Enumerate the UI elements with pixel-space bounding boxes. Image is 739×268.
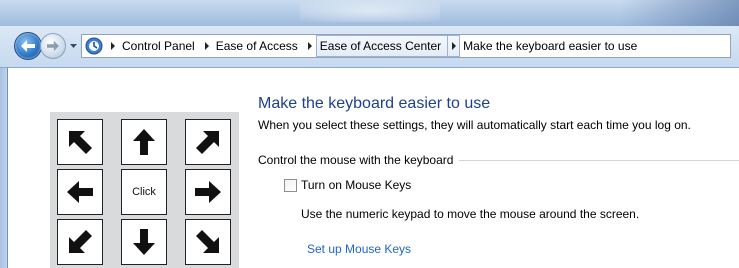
set-up-mouse-keys-link[interactable]: Set up Mouse Keys — [307, 242, 411, 256]
back-arrow-icon — [21, 40, 35, 52]
breadcrumb-ease-of-access[interactable]: Ease of Access — [213, 35, 304, 57]
click-key-label: Click — [132, 186, 156, 198]
history-dropdown-icon[interactable] — [69, 41, 78, 51]
down-right-arrow-icon — [185, 219, 231, 265]
breadcrumb-separator-icon[interactable] — [107, 35, 119, 57]
group-divider — [458, 160, 739, 161]
down-left-arrow-icon — [57, 219, 103, 265]
down-arrow-icon — [121, 219, 167, 265]
mouse-keys-illustration: Click — [50, 112, 239, 268]
mouse-keys-checkbox-label[interactable]: Turn on Mouse Keys — [301, 178, 411, 192]
click-key: Click — [121, 169, 167, 215]
up-arrow-icon — [121, 119, 167, 165]
page-title: Make the keyboard easier to use — [258, 95, 491, 112]
breadcrumb-control-panel[interactable]: Control Panel — [119, 35, 201, 57]
breadcrumb-ease-of-access-center[interactable]: Ease of Access Center — [315, 35, 449, 57]
title-bar-glow — [300, 0, 440, 22]
control-panel-icon — [85, 37, 103, 55]
main-content: Click Make the keyboard easier to use Wh… — [9, 69, 739, 268]
forward-arrow-icon — [47, 40, 59, 52]
mouse-keys-option[interactable]: Turn on Mouse Keys — [284, 178, 411, 192]
mouse-keys-description: Use the numeric keypad to move the mouse… — [301, 207, 640, 221]
mouse-keyboard-group-label: Control the mouse with the keyboard — [258, 153, 460, 167]
title-bar-shade — [620, 0, 739, 26]
back-button[interactable] — [14, 32, 42, 60]
up-left-arrow-icon — [57, 119, 103, 165]
breadcrumb-separator-icon[interactable] — [304, 35, 316, 57]
breadcrumb-separator-icon[interactable] — [201, 35, 213, 57]
window-title-bar — [0, 0, 739, 26]
up-right-arrow-icon — [185, 119, 231, 165]
forward-button[interactable] — [40, 33, 66, 59]
left-arrow-icon — [57, 169, 103, 215]
right-arrow-icon — [185, 169, 231, 215]
breadcrumb-separator-icon[interactable] — [448, 35, 461, 57]
page-subtitle: When you select these settings, they wil… — [258, 118, 691, 132]
navigation-bar: Control Panel Ease of Access Ease of Acc… — [0, 26, 739, 68]
mouse-keys-checkbox[interactable] — [284, 178, 297, 192]
address-bar[interactable]: Control Panel Ease of Access Ease of Acc… — [81, 34, 731, 58]
breadcrumb-current-page[interactable]: Make the keyboard easier to use — [460, 35, 643, 57]
